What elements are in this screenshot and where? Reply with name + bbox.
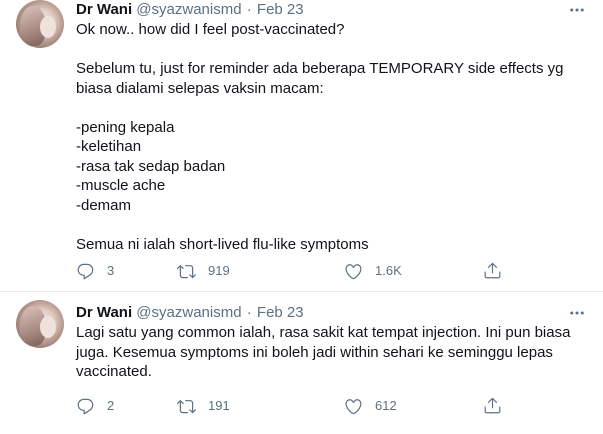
tweet-line: -pening kepala: [76, 118, 175, 136]
tweet[interactable]: Dr Wani @syazwanismd · Feb 23 Lagi satu …: [0, 292, 603, 434]
reply-button[interactable]: 2: [76, 396, 114, 416]
tweet-line: -rasa tak sedap badan: [76, 157, 226, 175]
retweet-button[interactable]: 191: [177, 396, 230, 416]
like-button[interactable]: 1.6K: [344, 261, 402, 281]
tweet-line: Semua ni ialah short-lived flu-like symp…: [76, 235, 369, 253]
reply-icon: [77, 398, 94, 414]
tweet-header: Dr Wani @syazwanismd · Feb 23: [76, 303, 304, 323]
avatar-face: [40, 16, 56, 38]
like-button[interactable]: 612: [344, 396, 397, 416]
tweet-line: Ok now.. how did I feel post-vaccinated?: [76, 21, 345, 38]
tweet[interactable]: Dr Wani @syazwanismd · Feb 23 Ok now.. h…: [0, 0, 603, 292]
tweet-line: -muscle ache: [76, 177, 166, 194]
reply-button[interactable]: 3: [76, 261, 114, 281]
author-name[interactable]: Dr Wani: [76, 1, 132, 18]
heart-icon: [345, 263, 362, 279]
avatar[interactable]: [16, 300, 64, 348]
author-handle[interactable]: @syazwanismd: [136, 304, 241, 321]
share-button[interactable]: [483, 396, 502, 415]
more-options-icon[interactable]: [567, 0, 587, 20]
tweet-line: -keletihan: [76, 138, 142, 155]
retweet-button[interactable]: 919: [177, 261, 230, 281]
separator-dot: ·: [246, 1, 252, 18]
share-button[interactable]: [483, 261, 502, 280]
tweet-date[interactable]: Feb 23: [257, 1, 304, 18]
tweet-text: Lagi satu yang common ialah, rasa sakit …: [76, 323, 586, 382]
author-name[interactable]: Dr Wani: [76, 304, 132, 321]
tweet-line: juga. Kesemua symptoms ini boleh jadi wi…: [76, 343, 553, 361]
reply-icon: [77, 263, 94, 279]
tweet-actions: 3 919 1.6K: [76, 261, 506, 281]
tweet-line: vaccinated.: [76, 363, 152, 380]
tweet-actions: 2 191 612: [76, 396, 506, 416]
separator-dot: ·: [246, 304, 252, 321]
tweet-header: Dr Wani @syazwanismd · Feb 23: [76, 0, 304, 20]
share-icon: [484, 262, 501, 279]
retweet-icon: [177, 264, 196, 278]
like-count: 612: [375, 398, 397, 413]
like-count: 1.6K: [375, 263, 402, 278]
reply-count: 2: [107, 398, 115, 413]
tweet-line: Lagi satu yang common ialah, rasa sakit …: [76, 324, 571, 341]
share-icon: [484, 397, 501, 414]
tweet-date[interactable]: Feb 23: [257, 304, 304, 321]
reply-count: 3: [107, 263, 115, 278]
avatar-face: [40, 316, 56, 338]
retweet-count: 919: [208, 263, 230, 278]
retweet-icon: [177, 399, 196, 413]
avatar[interactable]: [16, 0, 64, 48]
tweet-line: -demam: [76, 196, 132, 214]
retweet-count: 191: [208, 398, 230, 413]
more-options-icon[interactable]: [567, 303, 587, 323]
tweet-text: Ok now.. how did I feel post-vaccinated?…: [76, 20, 586, 254]
tweet-line: Sebelum tu, just for reminder ada bebera…: [76, 60, 564, 77]
heart-icon: [345, 398, 362, 414]
tweet-line: biasa dialami selepas vaksin macam:: [76, 79, 324, 97]
author-handle[interactable]: @syazwanismd: [136, 1, 241, 18]
